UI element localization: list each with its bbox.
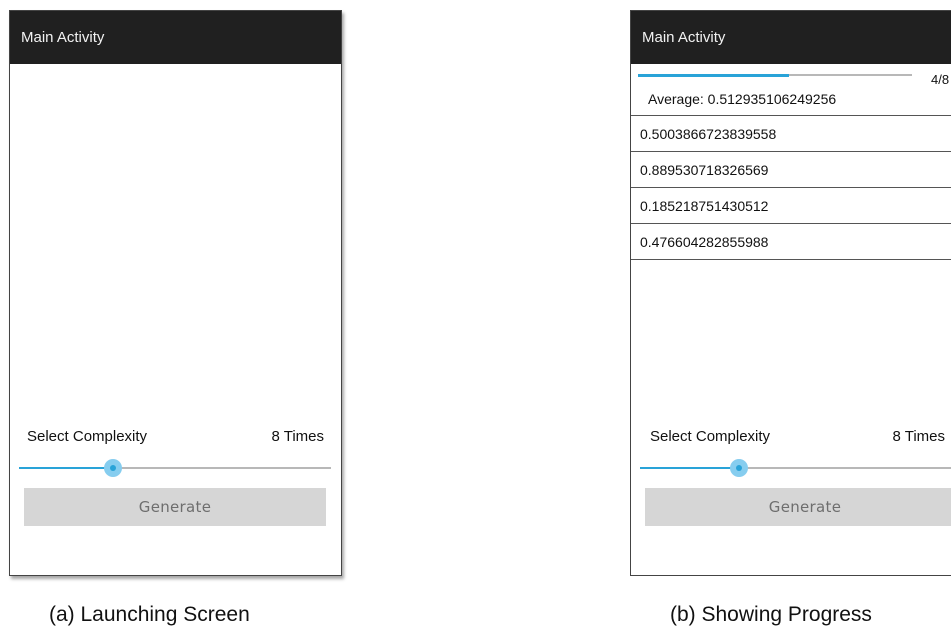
phone-screen-progress: Main Activity 4/8 Average: 0.51293510624… — [630, 10, 951, 576]
complexity-value: 8 Times — [271, 428, 324, 445]
complexity-slider[interactable] — [19, 459, 331, 477]
slider-fill — [19, 467, 113, 469]
list-item[interactable]: 0.5003866723839558 — [631, 116, 951, 152]
progress-count: 4/8 — [931, 72, 950, 87]
complexity-value: 8 Times — [892, 428, 945, 445]
slider-fill — [640, 467, 739, 469]
app-bar: Main Activity — [631, 11, 951, 64]
phone-screen-launching: Main Activity Select Complexity 8 Times … — [9, 10, 342, 576]
progress-area: 4/8 Average: 0.512935106249256 — [631, 64, 951, 122]
slider-thumb[interactable] — [103, 459, 122, 477]
progress-fill — [638, 73, 789, 77]
result-list: 0.5003866723839558 0.889530718326569 0.1… — [631, 115, 951, 260]
list-item[interactable]: 0.185218751430512 — [631, 188, 951, 224]
complexity-slider[interactable] — [640, 459, 951, 477]
generate-button[interactable]: Generate — [24, 488, 326, 526]
average-text: Average: 0.512935106249256 — [648, 91, 837, 107]
app-title: Main Activity — [21, 29, 105, 46]
progress-bar — [638, 73, 912, 77]
complexity-row: Select Complexity 8 Times — [27, 428, 324, 445]
generate-button[interactable]: Generate — [645, 488, 951, 526]
app-title: Main Activity — [642, 29, 726, 46]
caption-launching-screen: (a) Launching Screen — [49, 603, 250, 626]
app-bar: Main Activity — [10, 11, 341, 64]
complexity-label: Select Complexity — [650, 428, 771, 445]
complexity-label: Select Complexity — [27, 428, 148, 445]
list-item[interactable]: 0.476604282855988 — [631, 224, 951, 260]
caption-showing-progress: (b) Showing Progress — [670, 603, 872, 626]
slider-thumb[interactable] — [730, 459, 748, 477]
list-item[interactable]: 0.889530718326569 — [631, 152, 951, 188]
complexity-row: Select Complexity 8 Times — [650, 428, 945, 445]
